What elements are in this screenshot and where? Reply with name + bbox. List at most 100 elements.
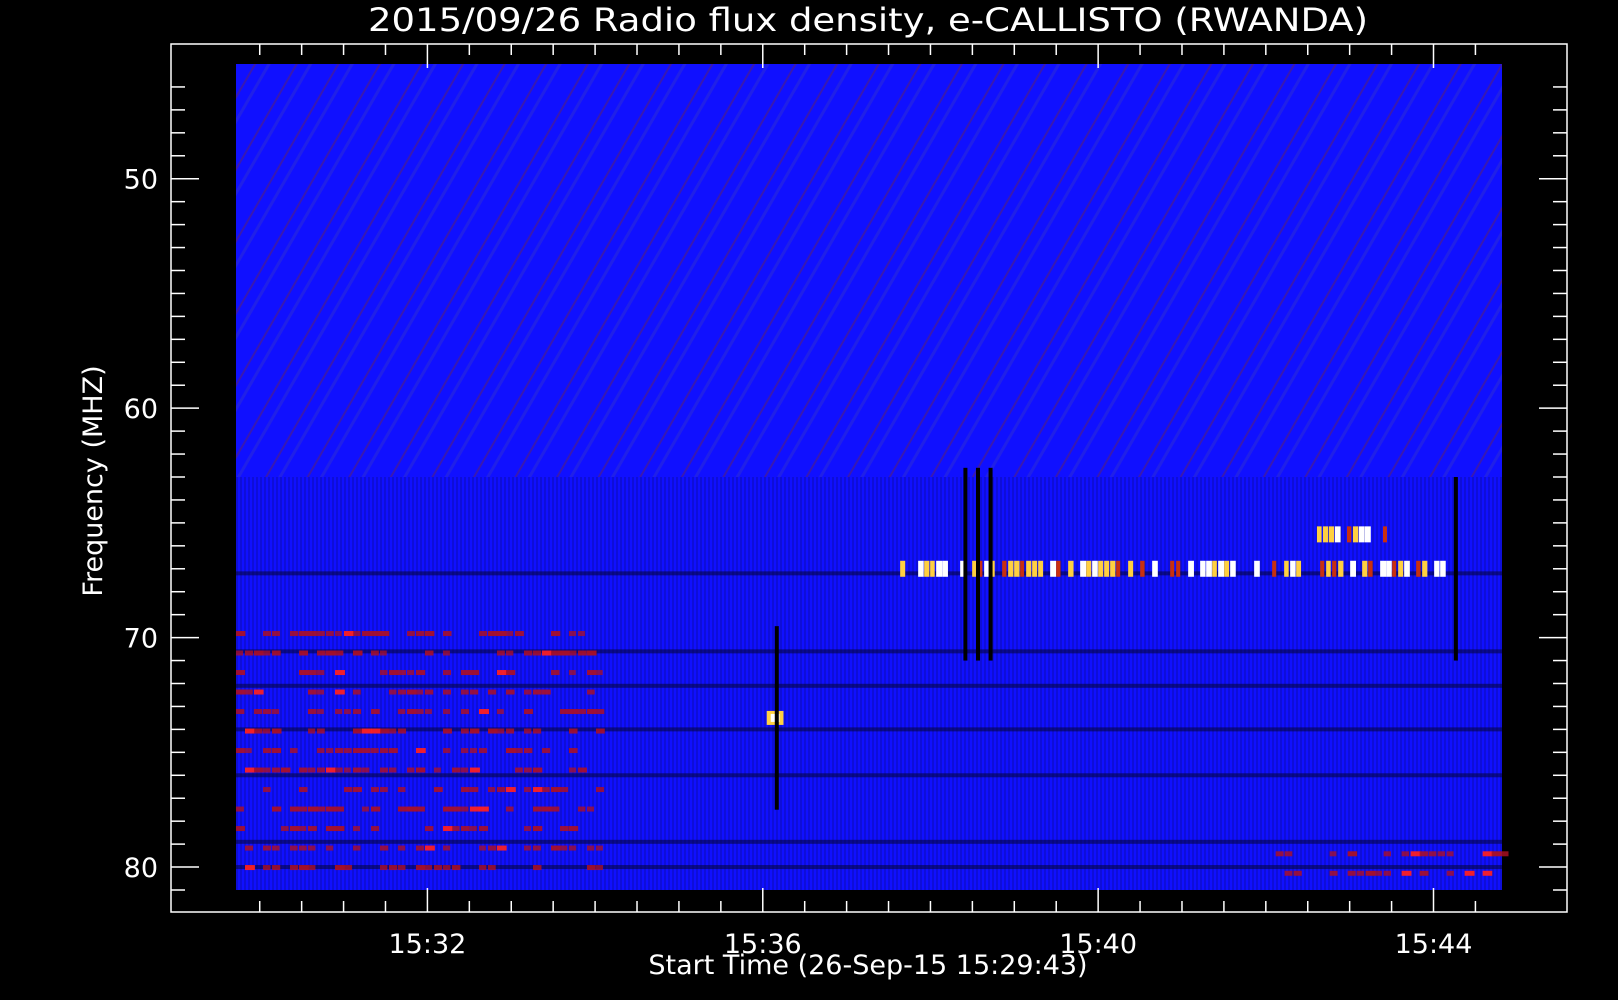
band-0-segment bbox=[1116, 560, 1121, 577]
region-8-cell bbox=[497, 845, 507, 851]
band-0-segment bbox=[1092, 560, 1098, 577]
region-8-cell bbox=[497, 631, 507, 637]
region-9-cell bbox=[1500, 851, 1509, 857]
region-8-cell bbox=[533, 845, 541, 851]
region-9-cell bbox=[1401, 870, 1412, 876]
region-8-cell bbox=[479, 865, 487, 871]
region-8-cell bbox=[434, 767, 441, 773]
region-9-cell bbox=[1383, 851, 1391, 857]
region-8-cell bbox=[389, 689, 397, 695]
region-8-cell bbox=[371, 631, 381, 637]
region-9-cell bbox=[1419, 851, 1429, 857]
region-8-cell bbox=[497, 728, 505, 734]
region-8-cell bbox=[569, 631, 576, 637]
region-8-cell bbox=[263, 787, 271, 793]
region-8-cell bbox=[587, 689, 595, 695]
region-9-cell bbox=[1356, 870, 1365, 876]
band-0-segment bbox=[1320, 560, 1325, 577]
region-8-cell bbox=[416, 845, 425, 851]
region-8-cell bbox=[470, 787, 479, 793]
region-8-cell bbox=[488, 631, 498, 637]
band-0-segment bbox=[1284, 560, 1289, 577]
region-8-cell bbox=[236, 689, 246, 695]
region-8-cell bbox=[272, 865, 281, 871]
region-8-cell bbox=[335, 806, 344, 812]
band-0-segment bbox=[1398, 560, 1404, 577]
region-8-cell bbox=[398, 670, 407, 676]
band-0-segment bbox=[1224, 560, 1230, 577]
band-0-segment bbox=[1050, 560, 1057, 577]
region-8-cell bbox=[236, 748, 245, 754]
region-8-cell bbox=[362, 767, 370, 773]
region-8-cell bbox=[290, 865, 299, 871]
region-8-cell bbox=[578, 709, 587, 715]
region-8-cell bbox=[272, 748, 282, 754]
region-8-cell bbox=[299, 670, 309, 676]
region-8-cell bbox=[461, 709, 469, 715]
region-8-cell bbox=[551, 650, 561, 656]
region-8-cell bbox=[245, 767, 255, 773]
region-8-cell bbox=[533, 806, 542, 812]
region-8-cell bbox=[263, 709, 272, 715]
region-8-cell bbox=[254, 728, 263, 734]
region-8-cell bbox=[416, 670, 426, 676]
band-0-segment bbox=[918, 560, 924, 577]
region-9-cell bbox=[1284, 851, 1293, 857]
region-8-cell bbox=[317, 670, 325, 676]
region-8-cell bbox=[461, 826, 470, 832]
region-8-cell bbox=[344, 767, 351, 773]
region-8-cell bbox=[587, 670, 597, 676]
region-8-cell bbox=[560, 845, 568, 851]
region-8-cell bbox=[506, 748, 516, 754]
stripe-5 bbox=[988, 467, 993, 661]
region-8-cell bbox=[533, 767, 543, 773]
region-8-cell bbox=[380, 728, 389, 734]
region-9-cell bbox=[1464, 870, 1475, 876]
region-8-cell bbox=[560, 650, 570, 656]
region-8-cell bbox=[407, 670, 415, 676]
band-0-segment bbox=[1290, 560, 1296, 577]
band-1-segment bbox=[1316, 526, 1322, 543]
region-8-cell bbox=[425, 709, 432, 715]
region-8-cell bbox=[326, 845, 334, 851]
region-8-cell bbox=[317, 689, 325, 695]
region-8-cell bbox=[254, 709, 263, 715]
region-8-cell bbox=[452, 806, 461, 812]
region-8-cell bbox=[479, 709, 489, 715]
region-8-cell bbox=[398, 845, 406, 851]
region-8-cell bbox=[470, 826, 477, 832]
dark-band-5 bbox=[236, 839, 1502, 844]
band-0-segment bbox=[1212, 560, 1217, 577]
region-8-cell bbox=[371, 826, 380, 832]
region-8-cell bbox=[308, 845, 316, 851]
region-8-cell bbox=[290, 806, 300, 812]
band-0-segment bbox=[1002, 560, 1007, 577]
region-8-cell bbox=[290, 845, 298, 851]
region-8-cell bbox=[416, 631, 425, 637]
region-8-cell bbox=[497, 787, 506, 793]
region-8-cell bbox=[596, 845, 603, 851]
region-8-cell bbox=[371, 728, 381, 734]
region-9-cell bbox=[1410, 851, 1421, 857]
region-8-cell bbox=[371, 709, 380, 715]
stripe-4 bbox=[975, 467, 980, 661]
region-8-cell bbox=[578, 650, 587, 656]
region-8-cell bbox=[326, 631, 334, 637]
region-8-cell bbox=[515, 767, 523, 773]
region-8-cell bbox=[425, 689, 434, 695]
dark-band-3 bbox=[236, 727, 1502, 732]
region-8-cell bbox=[470, 728, 480, 734]
region-9-cell bbox=[1293, 870, 1302, 876]
region-8-cell bbox=[335, 670, 345, 676]
region-8-cell bbox=[353, 709, 362, 715]
band-0-segment bbox=[1350, 560, 1356, 577]
region-9-cell bbox=[1491, 851, 1502, 857]
region-8-cell bbox=[380, 787, 388, 793]
region-8-cell bbox=[416, 709, 424, 715]
region-8-cell bbox=[596, 728, 605, 734]
band-0-segment bbox=[1038, 560, 1044, 577]
region-8-cell bbox=[470, 670, 480, 676]
band-0-segment bbox=[1068, 560, 1074, 577]
region-8-cell bbox=[281, 826, 289, 832]
region-8-cell bbox=[362, 806, 369, 812]
